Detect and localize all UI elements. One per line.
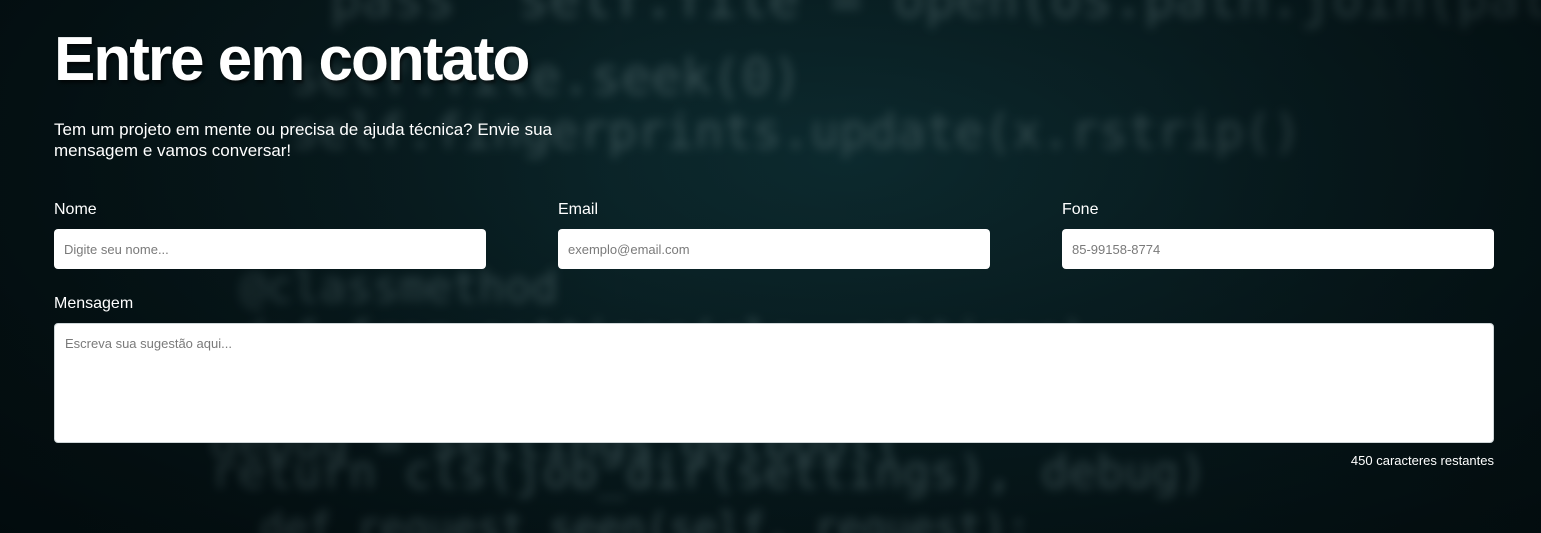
page-subtitle: Tem um projeto em mente ou precisa de aj… [54, 120, 552, 160]
name-input[interactable] [54, 229, 486, 269]
phone-input[interactable] [1062, 229, 1494, 269]
phone-label: Fone [1062, 201, 1099, 218]
message-textarea[interactable] [54, 323, 1494, 443]
message-label: Mensagem [54, 295, 134, 312]
char-counter: 450 caracteres restantes [1350, 453, 1494, 468]
page-title: Entre em contato [54, 25, 530, 94]
email-label: Email [558, 201, 599, 218]
name-label: Nome [54, 201, 97, 218]
email-input[interactable] [558, 229, 990, 269]
